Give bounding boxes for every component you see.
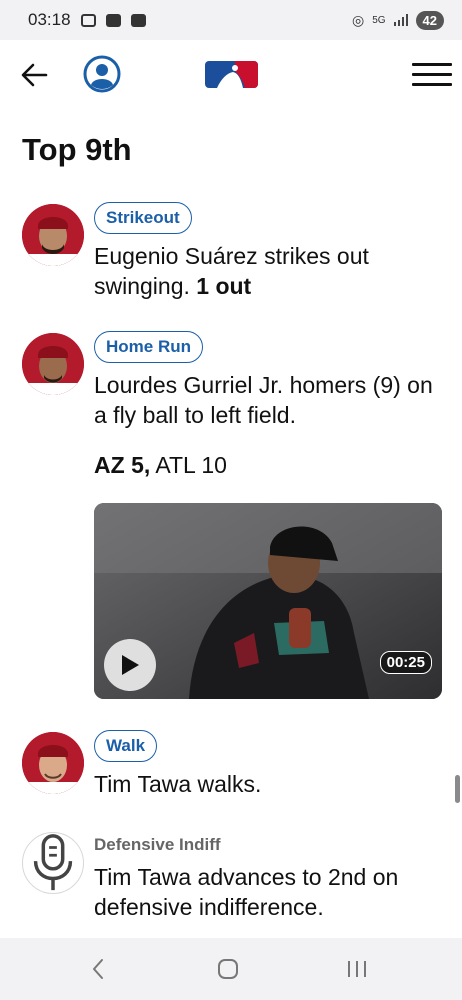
play-description: Tim Tawa advances to 2nd on defensive in… <box>94 864 399 920</box>
player-avatar[interactable] <box>22 333 84 395</box>
player-avatar[interactable] <box>22 732 84 794</box>
menu-button[interactable] <box>412 63 452 87</box>
profile-button[interactable] <box>83 55 121 93</box>
play-type-avatar <box>22 832 84 894</box>
play-description: Lourdes Gurriel Jr. homers (9) on a fly … <box>94 372 433 428</box>
play-button[interactable] <box>104 639 156 691</box>
play-description: Tim Tawa walks. <box>94 771 262 797</box>
youtube-icon <box>105 13 121 27</box>
highlight-video-thumbnail[interactable]: 00:25 <box>94 503 442 699</box>
player-photo <box>22 204 84 266</box>
signal-icon <box>393 14 408 26</box>
player-avatar[interactable] <box>22 204 84 266</box>
outs-count: 1 out <box>196 273 252 299</box>
player-photo <box>22 333 84 395</box>
battery-indicator: 42 <box>415 10 444 30</box>
play-type-badge[interactable]: Home Run <box>94 331 203 363</box>
chevron-left-icon <box>93 959 103 979</box>
app-bar <box>0 40 462 110</box>
play-type-badge[interactable]: Walk <box>94 730 158 762</box>
play-icon <box>122 655 139 675</box>
youtube-icon-2 <box>130 13 146 27</box>
play-type-label: Defensive Indiff <box>94 835 221 854</box>
home-icon <box>218 959 238 979</box>
inning-title: Top 9th <box>22 132 132 167</box>
screen-record-icon <box>80 13 96 27</box>
player-photo <box>22 732 84 794</box>
arrow-left-icon <box>21 63 48 87</box>
mlb-logo-icon <box>205 61 258 88</box>
nav-home-button[interactable] <box>208 954 248 984</box>
nav-back-button[interactable] <box>78 954 118 984</box>
status-bar: 03:18 ◎ 5G 42 <box>0 0 462 40</box>
away-runs: 5, <box>131 452 151 478</box>
hamburger-menu-icon <box>412 63 452 66</box>
hotspot-icon: ◎ <box>351 11 365 28</box>
video-duration: 00:25 <box>379 651 432 674</box>
person-circle-icon <box>83 55 121 93</box>
back-button[interactable] <box>20 62 50 88</box>
score-line: AZ 5, ATL 10 <box>94 452 227 479</box>
home-team: ATL <box>155 452 195 478</box>
microphone-icon <box>33 834 73 891</box>
mlb-logo[interactable] <box>205 61 258 88</box>
nav-recents-button[interactable] <box>337 954 377 984</box>
hamburger-line <box>412 73 452 76</box>
network-label: 5G <box>372 14 386 26</box>
play-description: Eugenio Suárez strikes out swinging. 1 o… <box>94 241 444 301</box>
status-time: 03:18 <box>28 10 71 29</box>
home-runs: 10 <box>201 452 227 478</box>
hamburger-line <box>412 83 452 86</box>
recents-icon <box>348 961 366 977</box>
play-type-badge[interactable]: Strikeout <box>94 202 192 234</box>
away-team: AZ <box>94 452 125 478</box>
scrollbar-thumb[interactable] <box>455 775 460 803</box>
system-navigation-bar <box>0 938 462 1000</box>
